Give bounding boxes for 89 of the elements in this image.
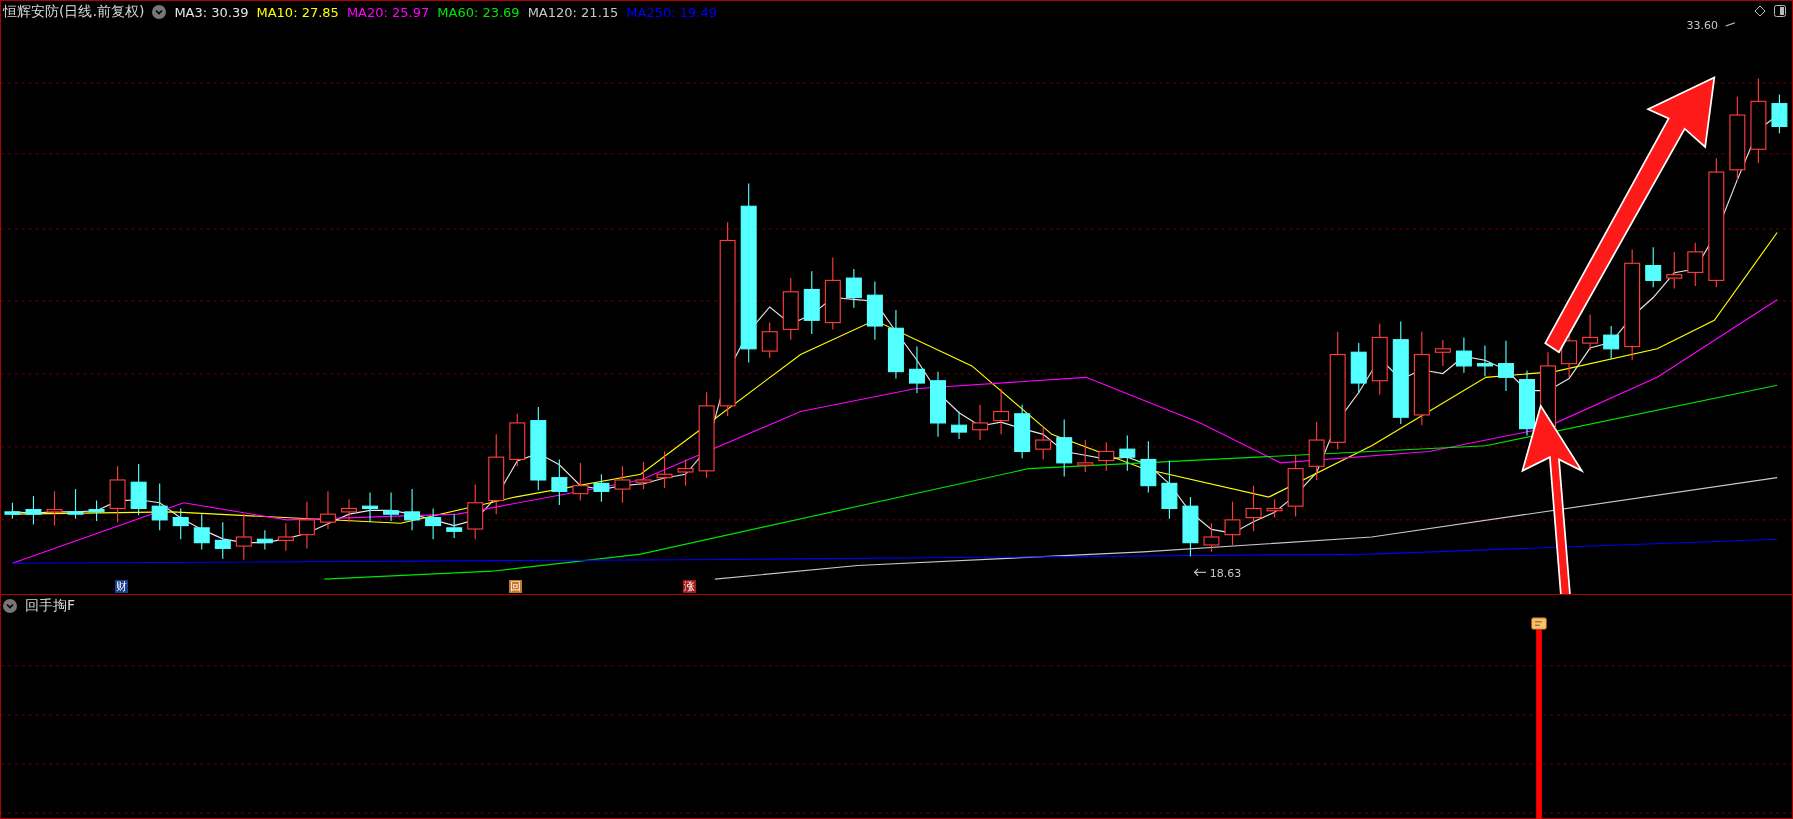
candlestick bbox=[930, 371, 946, 438]
candlestick bbox=[1645, 246, 1662, 288]
diamond-icon[interactable] bbox=[1754, 5, 1766, 17]
candlestick bbox=[1203, 522, 1220, 553]
candlestick bbox=[151, 482, 168, 531]
candlestick bbox=[425, 507, 442, 540]
candlestick bbox=[845, 268, 862, 309]
candlestick bbox=[1245, 485, 1262, 532]
candlestick bbox=[25, 495, 42, 525]
candlestick bbox=[1056, 418, 1073, 478]
candlestick bbox=[677, 458, 694, 487]
candlestick bbox=[1603, 325, 1620, 360]
candlestick bbox=[109, 465, 126, 523]
candlestick bbox=[446, 513, 463, 539]
candlestick bbox=[1666, 251, 1683, 289]
candlestick bbox=[866, 280, 883, 341]
candlestick bbox=[298, 501, 315, 549]
event-marker[interactable]: 涨 bbox=[682, 579, 696, 593]
candlestick bbox=[256, 529, 273, 551]
dropdown-icon[interactable] bbox=[152, 5, 167, 19]
candlestick bbox=[1687, 242, 1704, 287]
candlestick bbox=[1519, 369, 1535, 437]
candlestick bbox=[193, 513, 210, 551]
candlestick bbox=[1287, 454, 1304, 518]
candlestick bbox=[572, 462, 589, 502]
candlestick bbox=[214, 521, 231, 560]
candlestick bbox=[551, 458, 568, 506]
candlestick bbox=[908, 345, 925, 394]
candlestick bbox=[1077, 439, 1094, 473]
dropdown-icon[interactable] bbox=[3, 599, 17, 613]
moving-average-value: MA20: 25.97 bbox=[346, 4, 430, 20]
candlestick bbox=[1161, 460, 1178, 520]
candlestick bbox=[1308, 421, 1325, 481]
candlestick bbox=[172, 507, 189, 540]
candlestick bbox=[656, 450, 673, 489]
candlestick bbox=[67, 488, 84, 520]
candlestick bbox=[803, 270, 820, 335]
moving-average-value: MA3: 30.39 bbox=[174, 4, 249, 20]
candlestick bbox=[235, 513, 252, 561]
leader-line bbox=[1725, 22, 1736, 27]
candlestick bbox=[46, 490, 63, 527]
candlestick bbox=[1014, 404, 1031, 459]
candlestick bbox=[383, 491, 400, 522]
candlestick bbox=[761, 322, 778, 359]
candlestick bbox=[1224, 501, 1241, 546]
candlestick bbox=[130, 463, 147, 516]
candlestick bbox=[972, 404, 989, 441]
leader-line bbox=[1193, 568, 1207, 577]
candlestick bbox=[1434, 339, 1451, 367]
candlestick bbox=[277, 522, 294, 552]
moving-average-value: MA120: 21.15 bbox=[527, 4, 619, 20]
candlestick bbox=[1497, 340, 1514, 392]
candlestick bbox=[1119, 434, 1136, 472]
candlestick bbox=[467, 483, 484, 540]
candlestick bbox=[782, 277, 799, 341]
candlestick bbox=[509, 413, 526, 467]
candlestick bbox=[1350, 342, 1367, 394]
moving-average-value: MA10: 27.85 bbox=[256, 4, 339, 20]
panel-toggle-icon[interactable] bbox=[1774, 5, 1786, 17]
candlestick bbox=[1182, 496, 1199, 557]
candlestick bbox=[88, 499, 105, 522]
candlestick bbox=[1455, 336, 1472, 374]
event-marker[interactable]: 财 bbox=[115, 579, 129, 593]
chart-title: 恒辉安防(日线.前复权) bbox=[3, 3, 145, 21]
candlestick bbox=[404, 488, 421, 531]
high-price-label: 33.60 bbox=[1686, 19, 1718, 33]
candlestick bbox=[993, 388, 1010, 435]
moving-average-value: MA60: 23.69 bbox=[437, 4, 520, 20]
candlestick bbox=[319, 490, 336, 530]
candlestick bbox=[1098, 441, 1115, 472]
candlestick bbox=[887, 309, 904, 380]
signal-flag-icon bbox=[1531, 617, 1547, 630]
moving-average-value: MA250: 19.49 bbox=[626, 4, 717, 20]
candlestick bbox=[593, 473, 610, 503]
indicator-title: 回手掏F bbox=[25, 597, 76, 615]
candlestick bbox=[1582, 314, 1599, 351]
candlestick bbox=[614, 465, 631, 504]
candlestick bbox=[635, 461, 652, 490]
candlestick bbox=[951, 410, 968, 440]
candlestick bbox=[1035, 425, 1052, 460]
candlestick bbox=[1476, 344, 1493, 377]
candlestick bbox=[362, 491, 379, 523]
candlestick bbox=[1371, 323, 1388, 395]
candlestick bbox=[1140, 440, 1157, 494]
low-price-label: 18.63 bbox=[1209, 567, 1242, 580]
candlestick bbox=[1266, 498, 1283, 519]
candlestick bbox=[341, 498, 357, 523]
candlestick bbox=[4, 502, 21, 520]
candlestick bbox=[1771, 93, 1788, 134]
